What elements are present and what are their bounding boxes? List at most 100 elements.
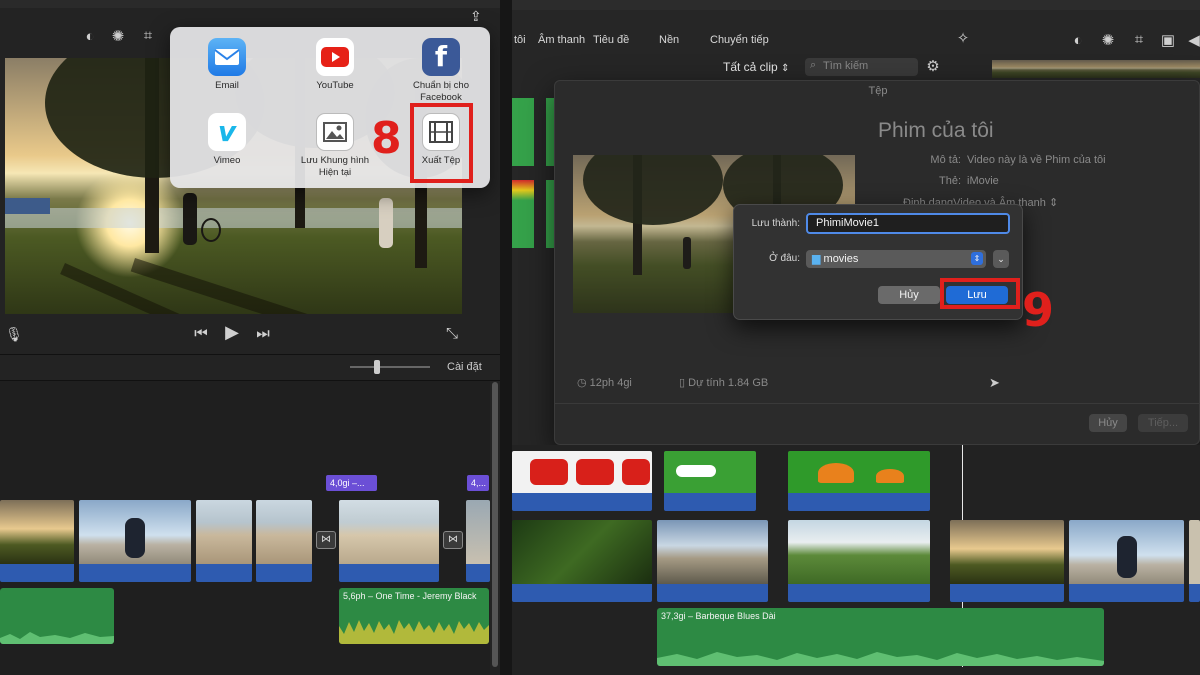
- tab-audio[interactable]: Âm thanh: [538, 34, 585, 46]
- facebook-icon: f: [422, 38, 460, 76]
- video-clip[interactable]: [1069, 520, 1184, 602]
- crop-icon[interactable]: ⌗: [1129, 31, 1149, 49]
- volume-icon[interactable]: ◀: [1184, 32, 1200, 50]
- clock-icon: ◷: [577, 377, 587, 389]
- search-input[interactable]: ⌕ Tìm kiếm: [805, 58, 918, 76]
- vimeo-icon: v: [208, 113, 246, 151]
- media-thumbnail[interactable]: [512, 98, 534, 166]
- cursor-icon: ➤: [989, 375, 1000, 390]
- color-balance-icon[interactable]: ◐: [1068, 32, 1088, 50]
- file-icon: ▯: [679, 377, 686, 389]
- highlight-box-8: [410, 103, 473, 183]
- gear-icon[interactable]: ⚙: [923, 58, 943, 76]
- video-clip[interactable]: [0, 500, 74, 582]
- tab-titles[interactable]: Tiêu đề: [593, 34, 629, 46]
- share-vimeo-label: Vimeo: [213, 155, 241, 166]
- microphone-icon[interactable]: 🎙: [4, 325, 24, 343]
- size-estimate: ▯ Dự tính 1.84 GB: [679, 376, 768, 389]
- tags-label: Thẻ:: [938, 175, 961, 187]
- skip-forward-icon[interactable]: ⏭: [253, 325, 273, 343]
- zoom-slider[interactable]: [350, 366, 430, 368]
- title-clip[interactable]: 4,...: [467, 475, 489, 491]
- color-palette-icon[interactable]: ✺: [108, 28, 128, 46]
- dialog-next-button[interactable]: Tiếp...: [1138, 414, 1188, 432]
- audio-clip-one-time[interactable]: 5,6ph – One Time - Jeremy Black: [339, 588, 489, 644]
- save-cancel-button[interactable]: Hủy: [878, 286, 940, 304]
- share-facebook[interactable]: f Chuẩn bị cho Facebook: [396, 38, 486, 104]
- video-clip[interactable]: [339, 500, 439, 582]
- tab-transitions[interactable]: Chuyển tiếp: [710, 34, 769, 46]
- save-as-label: Lưu thành:: [751, 218, 800, 229]
- video-clip[interactable]: [512, 451, 652, 511]
- tags-field[interactable]: iMovie: [967, 175, 999, 187]
- divider: [0, 354, 500, 355]
- updown-chevron-icon: ⇕: [971, 252, 983, 265]
- video-clip[interactable]: [657, 520, 768, 602]
- crop-icon[interactable]: ⌗: [138, 27, 158, 45]
- play-icon[interactable]: ▶: [222, 323, 242, 341]
- video-clip[interactable]: [466, 500, 490, 582]
- audio-clip-label: 5,6ph – One Time - Jeremy Black: [343, 591, 477, 601]
- media-thumbnail[interactable]: [512, 180, 534, 248]
- magic-wand-icon[interactable]: ✧: [953, 30, 973, 48]
- video-clip[interactable]: [256, 500, 312, 582]
- where-label: Ở đâu:: [769, 253, 800, 264]
- audio-clip-label: 37,3gi – Barbeque Blues Dài: [661, 611, 776, 621]
- timeline-scrollbar[interactable]: [492, 382, 498, 667]
- transition-icon[interactable]: ⋈: [443, 531, 463, 549]
- video-clip[interactable]: [788, 451, 930, 511]
- picture-icon: [316, 113, 354, 151]
- expand-chevron-icon[interactable]: ⌄: [993, 250, 1009, 268]
- duration-value: 12ph 4gi: [589, 377, 632, 389]
- title-clip[interactable]: 4,0gi –...: [326, 475, 377, 491]
- zoom-slider-knob[interactable]: [374, 360, 380, 374]
- window-top-edge: [512, 0, 1200, 10]
- color-balance-icon[interactable]: ◐: [80, 28, 100, 46]
- where-select[interactable]: ▆ movies ⇕: [806, 250, 986, 268]
- dialog-cancel-button[interactable]: Hủy: [1089, 414, 1127, 432]
- video-clip[interactable]: [1189, 520, 1200, 602]
- timeline-settings[interactable]: Cài đặt: [447, 361, 482, 373]
- duration-info: ◷ 12ph 4gi: [577, 376, 632, 389]
- panel-divider: [500, 0, 512, 675]
- step-number-9: 9: [1022, 283, 1055, 337]
- share-save-frame-label: Lưu Khung hình Hiện tại: [300, 155, 370, 178]
- color-palette-icon[interactable]: ✺: [1098, 32, 1118, 50]
- movie-title-field[interactable]: Phim của tôi: [878, 119, 994, 143]
- audio-clip-barbeque-blues[interactable]: 37,3gi – Barbeque Blues Dài: [657, 608, 1104, 666]
- share-youtube-label: YouTube: [316, 80, 354, 91]
- tab-my-media[interactable]: tôi: [514, 34, 526, 46]
- audio-clip[interactable]: [0, 588, 114, 644]
- camera-icon[interactable]: ▣: [1158, 32, 1178, 50]
- description-field[interactable]: Video này là về Phim của tôi: [967, 154, 1106, 166]
- left-imovie-window: ◐ ✺ ⌗ Email YouTube f Chuẩn bị cho Faceb…: [0, 0, 500, 675]
- step-number-8: 8: [371, 113, 402, 164]
- divider: [555, 403, 1200, 404]
- skip-back-icon[interactable]: ⏮: [191, 325, 211, 343]
- transition-icon[interactable]: ⋈: [316, 531, 336, 549]
- clip-filter-select[interactable]: Tất cả clip ⇕: [723, 60, 789, 74]
- share-email[interactable]: Email: [182, 38, 272, 92]
- share-youtube[interactable]: YouTube: [290, 38, 380, 92]
- search-icon: ⌕: [810, 59, 817, 71]
- share-facebook-label: Chuẩn bị cho Facebook: [413, 80, 469, 103]
- video-clip[interactable]: [950, 520, 1064, 602]
- video-clip[interactable]: [512, 520, 652, 602]
- video-clip[interactable]: [664, 451, 756, 511]
- share-save-frame[interactable]: Lưu Khung hình Hiện tại: [290, 113, 380, 179]
- share-icon[interactable]: ⇪: [470, 8, 482, 25]
- where-value: movies: [823, 253, 859, 265]
- viewer-preview: [992, 60, 1200, 78]
- share-vimeo[interactable]: v Vimeo: [182, 113, 272, 167]
- mail-icon: [208, 38, 246, 76]
- video-clip[interactable]: [79, 500, 191, 582]
- save-as-input[interactable]: PhimiMovie1: [806, 213, 1010, 234]
- fullscreen-icon[interactable]: ⤡: [442, 325, 462, 343]
- highlight-box-9: [940, 278, 1020, 309]
- tab-backgrounds[interactable]: Nền: [659, 34, 679, 46]
- updown-chevron-icon: ⇕: [1048, 197, 1059, 209]
- dialog-title: Tệp: [868, 85, 888, 97]
- video-clip[interactable]: [788, 520, 930, 602]
- clip-filter-label: Tất cả clip: [723, 60, 778, 74]
- video-clip[interactable]: [196, 500, 252, 582]
